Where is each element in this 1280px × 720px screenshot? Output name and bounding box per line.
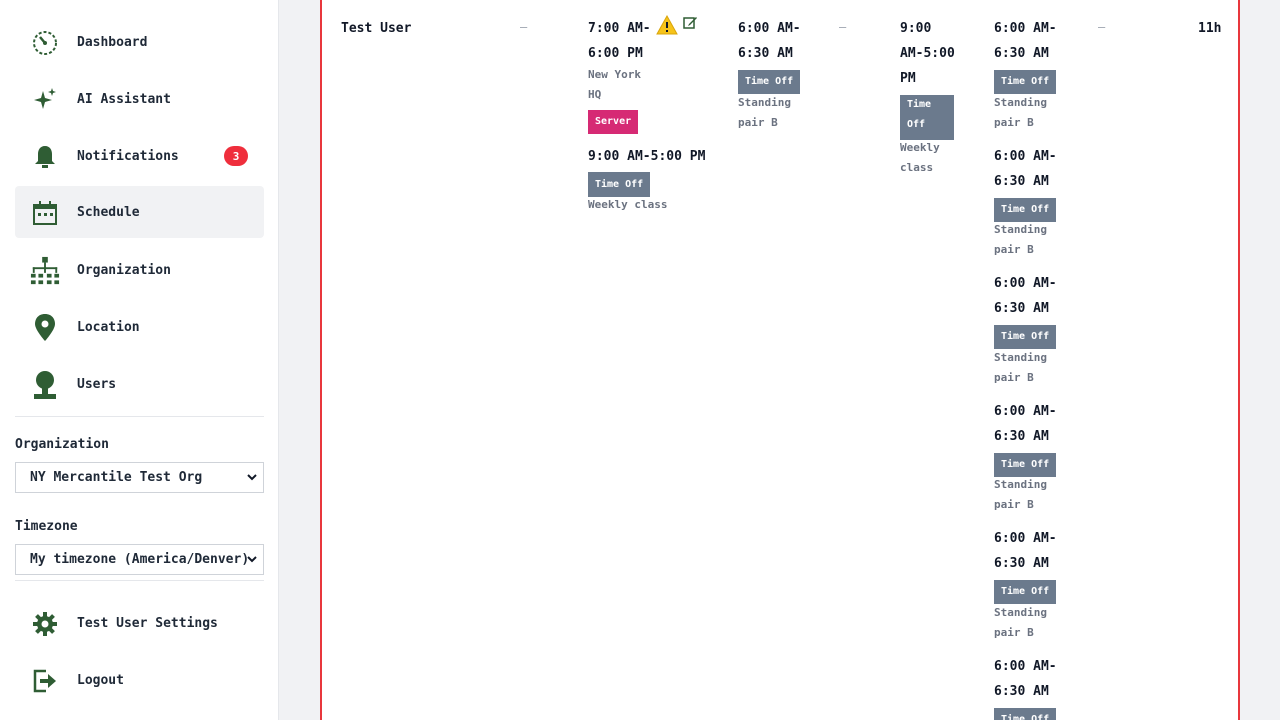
logout-label: Logout	[77, 672, 124, 688]
edit-icon[interactable]	[683, 15, 699, 31]
time-off-tag: Time Off	[994, 580, 1057, 604]
time-off-note: Standing	[994, 96, 1047, 109]
sidebar-item-dashboard[interactable]: Dashboard	[15, 16, 264, 68]
sidebar-item-ai-assistant[interactable]: AI Assistant	[15, 73, 264, 125]
organization-label: Organization	[15, 437, 109, 452]
calendar-icon	[30, 198, 60, 228]
sidebar-item-label: Notifications	[77, 148, 179, 164]
gear-icon	[30, 609, 60, 639]
logout-link[interactable]: Logout	[15, 654, 264, 706]
sidebar-item-label: Schedule	[77, 204, 140, 220]
sidebar-item-label: Users	[77, 376, 117, 392]
timezone-select-value: My timezone (America/Denver)	[30, 552, 250, 567]
time-off-time: 9:00 AM-5:00 PM	[588, 149, 706, 164]
chevron-down-icon	[247, 474, 257, 481]
time-off-time: 6:30 AM	[738, 46, 793, 61]
time-off-time: 6:30 AM	[994, 301, 1049, 316]
time-off-tag: Time Off	[900, 95, 954, 140]
time-off-note: Weekly class	[588, 198, 668, 211]
time-off-time: 6:00 AM-	[994, 21, 1057, 36]
schedule-row-user-name: Test User	[341, 21, 412, 36]
time-off-note: Standing	[994, 478, 1047, 491]
time-off-time: 6:30 AM	[994, 684, 1049, 699]
time-off-time: AM-5:00	[900, 46, 955, 61]
map-pin-icon	[30, 313, 60, 343]
sidebar-item-label: Organization	[77, 262, 171, 278]
time-off-tag: Time Off	[738, 70, 801, 94]
sidebar: Dashboard AI Assistant Notifications 3 S…	[0, 0, 279, 720]
time-off-note: pair B	[994, 371, 1034, 384]
empty-day-cell: –	[1098, 20, 1106, 34]
time-off-tag-text: Off	[907, 119, 926, 130]
sidebar-item-schedule[interactable]: Schedule	[15, 186, 264, 238]
time-off-time: 6:00 AM-	[994, 531, 1057, 546]
shift-time: 7:00 AM-	[588, 21, 651, 36]
time-off-tag: Time Off	[994, 198, 1057, 222]
role-tag: Server	[588, 110, 639, 134]
time-off-note: class	[900, 161, 934, 174]
time-off-tag: Time Off	[994, 453, 1057, 477]
shift-time: 6:00 PM	[588, 46, 643, 61]
sidebar-item-organization[interactable]: Organization	[15, 244, 264, 296]
time-off-note: Standing	[994, 223, 1047, 236]
notification-count-badge: 3	[224, 146, 248, 166]
shift-location: New York	[588, 68, 641, 81]
time-off-time: 6:30 AM	[994, 174, 1049, 189]
time-off-tag-text: Time	[907, 99, 932, 110]
time-off-time: 6:00 AM-	[994, 276, 1057, 291]
time-off-time: 9:00	[900, 21, 932, 36]
dashboard-gauge-icon	[30, 28, 60, 58]
time-off-note: Weekly	[900, 141, 940, 154]
organization-select-value: NY Mercantile Test Org	[30, 470, 203, 485]
time-off-time: 6:00 AM-	[994, 149, 1057, 164]
sidebar-item-label: AI Assistant	[77, 91, 171, 107]
warning-icon[interactable]	[656, 14, 678, 37]
bell-icon	[30, 142, 60, 172]
sidebar-item-notifications[interactable]: Notifications 3	[15, 130, 264, 182]
time-off-time: 6:00 AM-	[738, 21, 801, 36]
time-off-note: Standing	[994, 606, 1047, 619]
sidebar-divider	[15, 416, 264, 417]
schedule-panel: Test User – 7:00 AM- 6:00 PM New York HQ…	[320, 0, 1240, 720]
sidebar-item-users[interactable]: Users	[15, 358, 264, 410]
time-off-tag: Time Off	[994, 325, 1057, 349]
timezone-label: Timezone	[15, 519, 78, 534]
timezone-select[interactable]: My timezone (America/Denver)	[15, 544, 264, 575]
time-off-tag: Time Off	[994, 70, 1057, 94]
time-off-note: pair B	[994, 243, 1034, 256]
organization-select[interactable]: NY Mercantile Test Org	[15, 462, 264, 493]
shift-location: HQ	[588, 88, 602, 101]
empty-day-cell: –	[839, 20, 847, 34]
sparkle-icon	[30, 85, 60, 115]
time-off-note: pair B	[738, 116, 778, 129]
org-chart-icon	[30, 256, 60, 286]
sidebar-item-label: Location	[77, 319, 140, 335]
time-off-time: 6:00 AM-	[994, 659, 1057, 674]
time-off-note: pair B	[994, 498, 1034, 511]
time-off-time: 6:30 AM	[994, 429, 1049, 444]
sidebar-item-location[interactable]: Location	[15, 301, 264, 353]
sidebar-item-label: Dashboard	[77, 34, 148, 50]
total-hours: 11h	[1198, 21, 1222, 36]
time-off-note: pair B	[994, 116, 1034, 129]
logout-icon	[30, 666, 60, 696]
user-settings-link[interactable]: Test User Settings	[15, 597, 264, 649]
sidebar-divider	[15, 580, 264, 581]
time-off-time: 6:30 AM	[994, 556, 1049, 571]
time-off-note: pair B	[994, 626, 1034, 639]
time-off-time: 6:30 AM	[994, 46, 1049, 61]
empty-day-cell: –	[520, 20, 528, 34]
time-off-note: Standing	[994, 351, 1047, 364]
chevron-down-icon	[247, 556, 257, 563]
time-off-time: 6:00 AM-	[994, 404, 1057, 419]
time-off-tag: Time Off	[994, 708, 1057, 720]
time-off-time: PM	[900, 71, 916, 86]
time-off-tag: Time Off	[588, 172, 651, 197]
user-settings-label: Test User Settings	[77, 615, 218, 631]
user-icon	[30, 370, 60, 400]
time-off-note: Standing	[738, 96, 791, 109]
